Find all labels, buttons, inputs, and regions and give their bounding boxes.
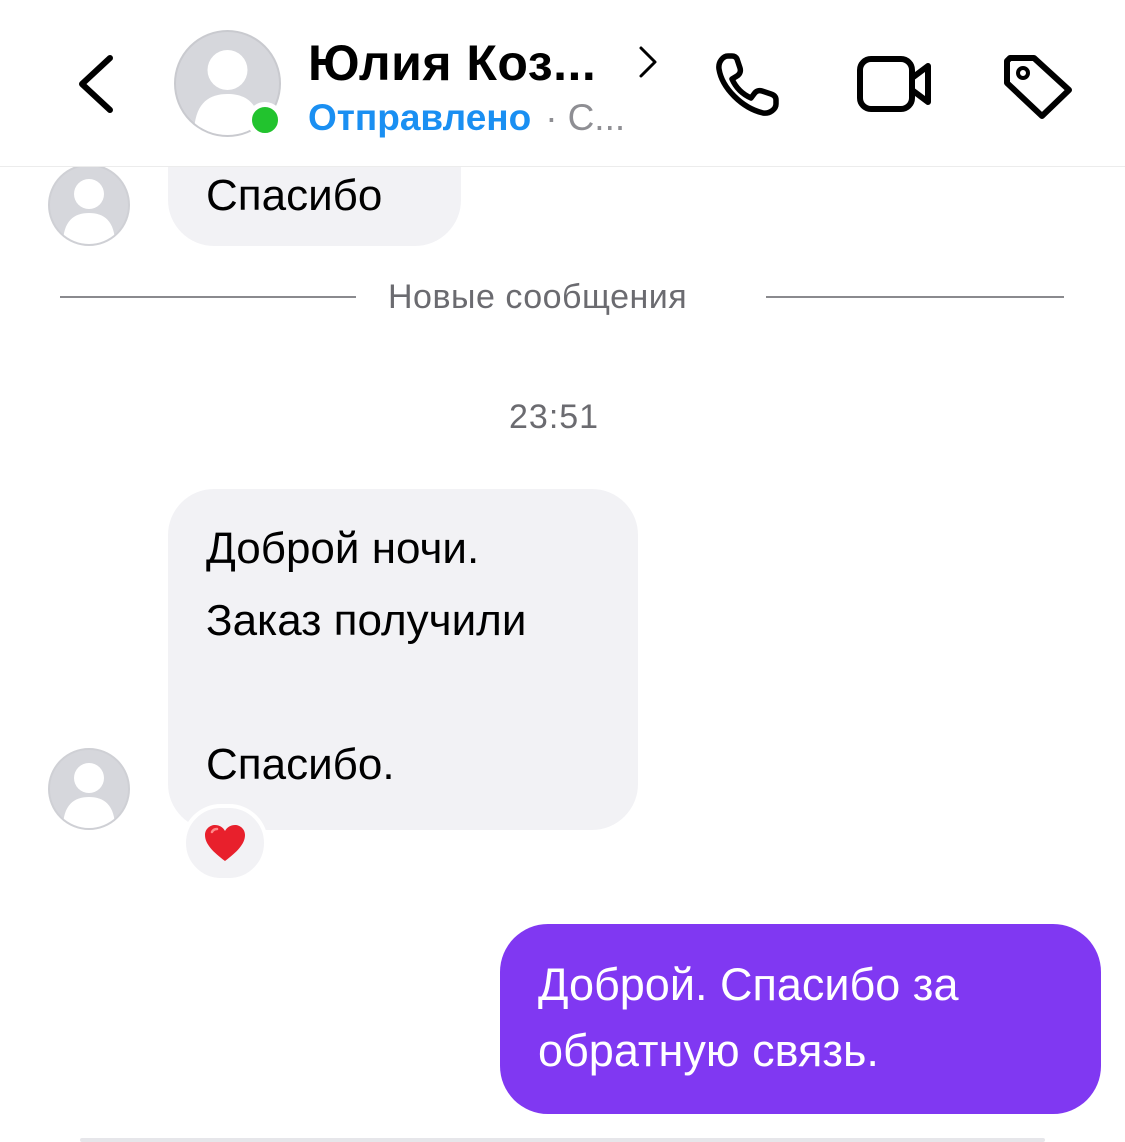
contact-status: Отправлено · С... (308, 97, 625, 139)
message-timestamp: 23:51 (509, 398, 600, 436)
sender-avatar[interactable] (48, 164, 130, 246)
status-extra: С... (567, 97, 626, 138)
reaction-badge[interactable] (182, 804, 268, 882)
chevron-right-icon[interactable] (636, 44, 660, 85)
status-separator: · (545, 97, 558, 138)
message-bubble-outgoing[interactable]: Доброй. Спасибо за обратную связь. (500, 924, 1101, 1114)
contact-name[interactable]: Юлия Коз... (308, 34, 596, 92)
back-chevron-icon[interactable] (70, 52, 122, 121)
message-text-line: Спасибо. (206, 740, 395, 789)
message-bubble-incoming[interactable]: Доброй ночи. Заказ получили Спасибо. (168, 489, 638, 830)
sender-avatar[interactable] (48, 748, 130, 830)
composer-edge (80, 1138, 1045, 1142)
divider-line-right (766, 296, 1064, 298)
red-heart-icon (205, 825, 245, 861)
message-text-line: Доброй. Спасибо за (538, 959, 959, 1010)
new-messages-label: Новые сообщения (388, 278, 688, 316)
online-indicator (247, 102, 283, 138)
divider-line-left (60, 296, 356, 298)
status-sent: Отправлено (308, 97, 532, 138)
tag-icon[interactable] (1000, 52, 1076, 127)
person-silhouette-icon (63, 179, 115, 244)
video-camera-icon[interactable] (856, 54, 936, 121)
message-text: Спасибо (206, 171, 383, 220)
person-silhouette-icon (63, 763, 115, 828)
message-text-line: обратную связь. (538, 1025, 879, 1076)
message-text-line: Заказ получили (206, 596, 527, 645)
chat-header: Юлия Коз... Отправлено · С... (0, 0, 1125, 167)
phone-icon[interactable] (712, 50, 788, 125)
message-text-line: Доброй ночи. (206, 524, 480, 573)
